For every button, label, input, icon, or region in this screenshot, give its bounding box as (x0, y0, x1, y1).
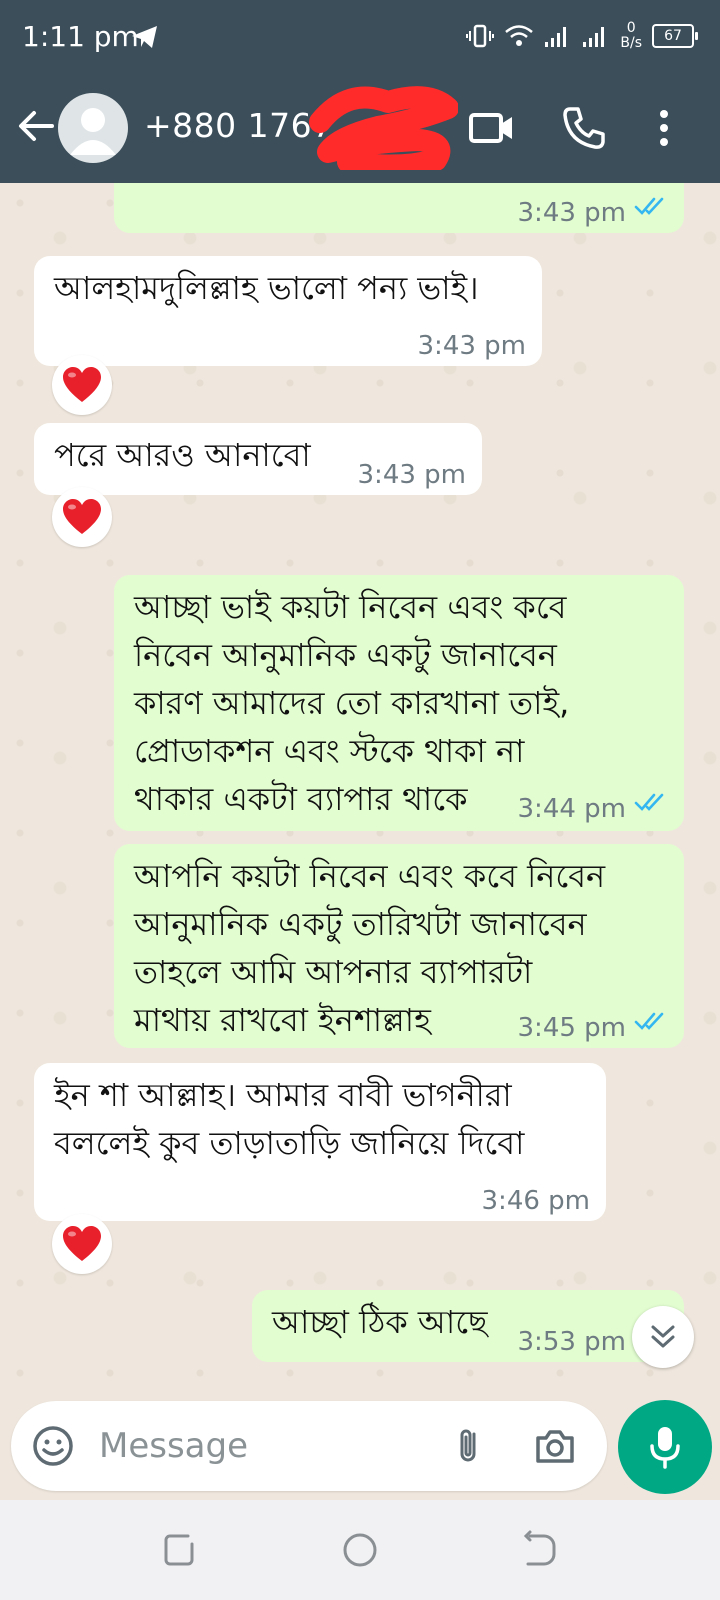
double-chevron-down-icon (651, 1325, 675, 1348)
message-bubble-outgoing[interactable]: আচ্ছা ভাই কয়টা নিবেন এবং কবে নিবেন আনুম… (114, 575, 684, 831)
status-icons: 0 B/s 67 (466, 16, 698, 56)
signal-icon (545, 27, 567, 47)
video-call-icon[interactable] (468, 104, 516, 152)
message-time: 3:53 pm (517, 1327, 626, 1357)
message-bubble-outgoing[interactable]: 3:43 pm (114, 183, 684, 233)
message-text: আলহামদুলিল্লাহ ভালো পন্য ভাই। (54, 269, 479, 307)
message-composer (11, 1401, 607, 1491)
back-nav-icon[interactable] (518, 1528, 562, 1572)
read-ticks-icon (634, 1012, 664, 1030)
phone-icon[interactable] (560, 104, 608, 152)
heart-reaction-icon (63, 1226, 101, 1261)
message-text: আচ্ছা ভাই কয়টা নিবেন এবং কবে নিবেন আনুম… (134, 588, 570, 818)
vibrate-icon (466, 24, 495, 48)
message-bubble-incoming[interactable]: ইন শা আল্লাহ। আমার বাবী ভাগনীরা বললেই কু… (34, 1063, 606, 1221)
network-speed: 0 B/s (620, 21, 642, 51)
message-bubble-incoming[interactable]: আলহামদুলিল্লাহ ভালো পন্য ভাই। 3:43 pm (34, 256, 542, 366)
redaction-scribble (309, 86, 458, 170)
battery-indicator: 67 (652, 24, 698, 48)
read-ticks-icon (634, 197, 664, 215)
message-time: 3:43 pm (517, 198, 626, 228)
recents-icon[interactable] (158, 1528, 202, 1572)
home-icon[interactable] (338, 1528, 382, 1572)
status-time: 1:11 pm (22, 20, 139, 53)
signal-icon-2 (583, 27, 605, 47)
scroll-to-bottom-button[interactable] (632, 1306, 694, 1368)
message-text: পরে আরও আনাবো (54, 436, 311, 474)
heart-reaction-icon (63, 499, 101, 534)
message-time: 3:44 pm (517, 794, 626, 824)
message-input[interactable] (97, 1415, 441, 1477)
reaction-badge[interactable] (52, 1214, 112, 1274)
message-bubble-incoming[interactable]: পরে আরও আনাবো 3:43 pm (34, 423, 482, 495)
message-text: আচ্ছা ঠিক আছে (272, 1303, 488, 1341)
telegram-notification-icon (132, 26, 157, 48)
reaction-badge[interactable] (52, 487, 112, 547)
message-time: 3:46 pm (481, 1186, 590, 1216)
avatar-icon (70, 108, 116, 155)
more-vert-icon[interactable] (640, 104, 688, 152)
network-speed-unit: B/s (620, 35, 642, 51)
mic-button[interactable] (618, 1400, 712, 1494)
contact-name[interactable]: +880 1767 (144, 106, 334, 145)
mic-icon (650, 1427, 680, 1469)
message-text: ইন শা আল্লাহ। আমার বাবী ভাগনীরা বললেই কু… (54, 1076, 525, 1162)
message-bubble-outgoing[interactable]: আচ্ছা ঠিক আছে 3:53 pm (252, 1290, 684, 1362)
top-bar: 1:11 pm 0 B/s 67 +880 1767 (0, 0, 720, 183)
camera-icon[interactable] (533, 1424, 577, 1468)
heart-reaction-icon (63, 367, 101, 402)
message-time: 3:43 pm (357, 460, 466, 490)
avatar[interactable] (58, 93, 128, 163)
back-arrow-icon[interactable] (14, 104, 58, 148)
message-time: 3:45 pm (517, 1013, 626, 1043)
wifi-icon (505, 25, 534, 46)
reaction-badge[interactable] (52, 355, 112, 415)
message-time: 3:43 pm (417, 331, 526, 361)
read-ticks-icon (634, 793, 664, 811)
system-nav-bar (0, 1500, 720, 1600)
emoji-icon[interactable] (31, 1424, 75, 1468)
network-speed-value: 0 (626, 20, 636, 36)
message-bubble-outgoing[interactable]: আপনি কয়টা নিবেন এবং কবে নিবেন আনুমানিক … (114, 844, 684, 1048)
chat-area[interactable]: 3:43 pm আলহামদুলিল্লাহ ভালো পন্য ভাই। 3:… (0, 183, 720, 1400)
attach-icon[interactable] (447, 1424, 491, 1468)
